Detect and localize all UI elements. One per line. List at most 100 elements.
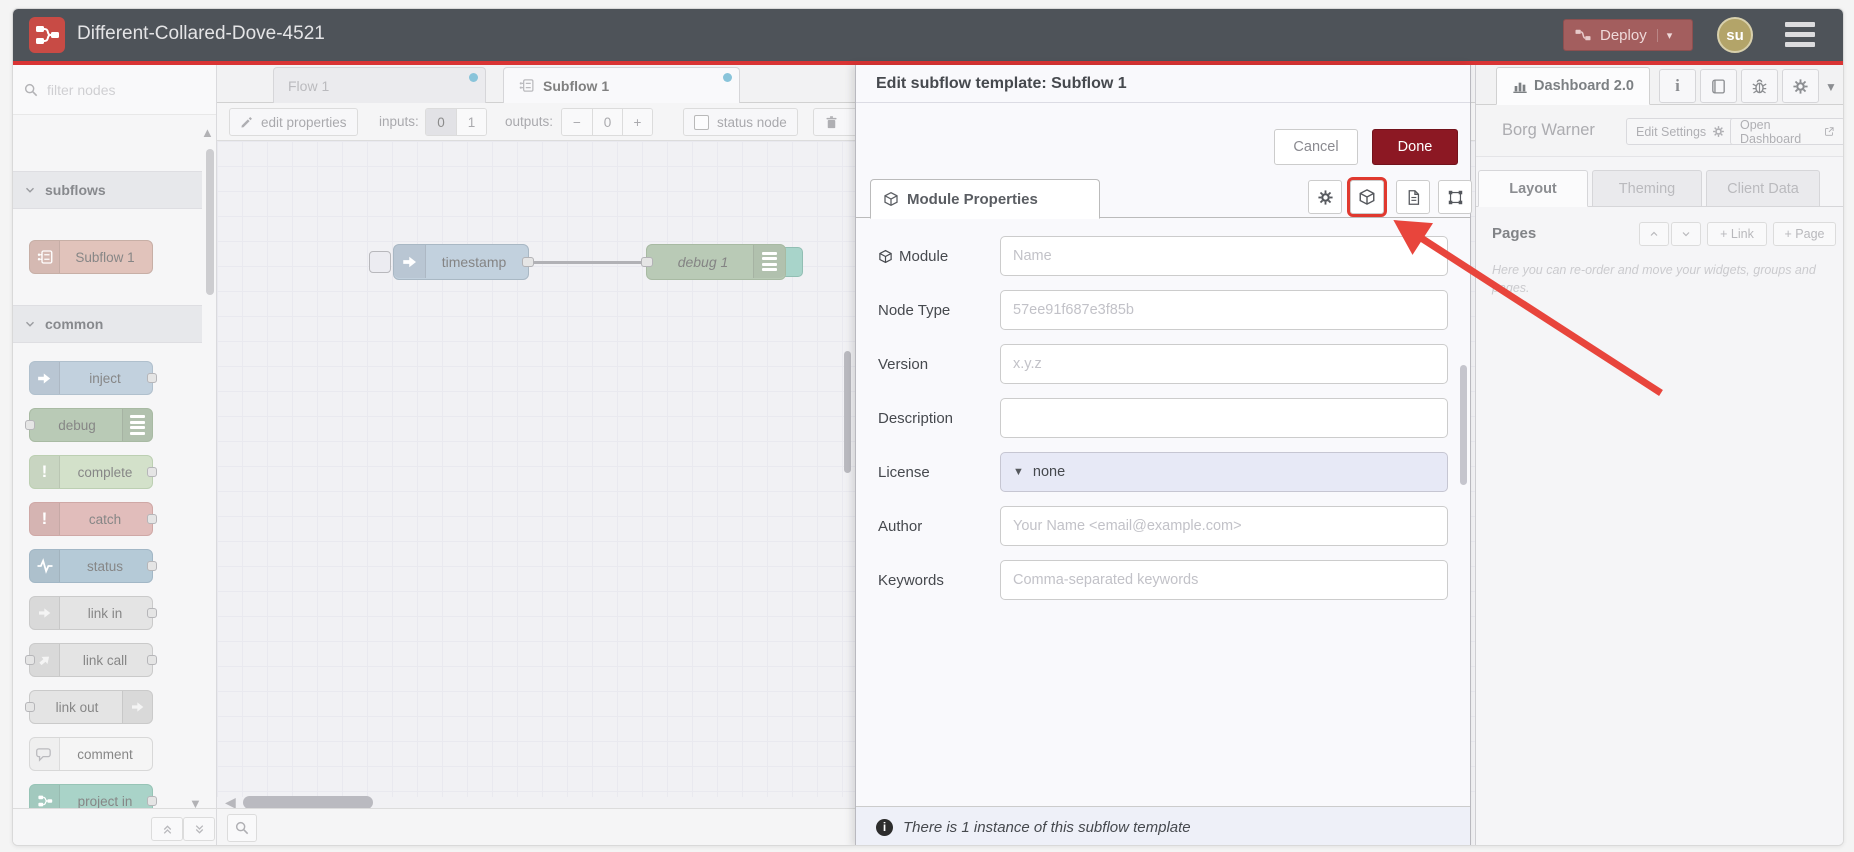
move-up-button[interactable] — [1639, 222, 1669, 246]
author-input[interactable] — [1000, 506, 1448, 546]
appearance-tab-button[interactable] — [1438, 180, 1472, 214]
canvas-search-button[interactable] — [227, 814, 257, 842]
output-port — [147, 373, 157, 383]
double-chevron-up-icon — [161, 823, 174, 836]
hamburger-icon — [1785, 22, 1815, 27]
palette-node-inject[interactable]: inject — [29, 361, 157, 395]
form-row-license: License ▼ none — [878, 452, 1448, 492]
tab-subflow-1[interactable]: Subflow 1 — [503, 67, 740, 103]
cancel-button[interactable]: Cancel — [1274, 129, 1358, 165]
palette-scroll-up-icon[interactable]: ▲ — [201, 125, 214, 140]
output-port[interactable] — [522, 257, 534, 267]
palette-node-link-call[interactable]: link call — [25, 643, 157, 677]
tab-debug-button[interactable] — [1741, 69, 1778, 103]
tab-config-button[interactable] — [1782, 69, 1819, 103]
dialog-title: Edit subflow template: Subflow 1 — [856, 65, 1470, 103]
user-avatar[interactable]: su — [1717, 17, 1753, 53]
canvas-vertical-scrollbar[interactable] — [844, 351, 851, 473]
palette-node-subflow-1[interactable]: Subflow 1 — [29, 240, 153, 274]
flow-modified-dot — [723, 73, 732, 82]
tab-info-button[interactable]: i — [1659, 69, 1696, 103]
palette-body: subflows Subflow 1 common inject debug !… — [13, 115, 216, 808]
inputs-0-option[interactable]: 0 — [426, 109, 456, 135]
right-sidebar: Dashboard 2.0 i ▼ Borg Warner Edit Setti… — [1475, 65, 1843, 845]
canvas-node-debug-1[interactable]: debug 1 — [641, 244, 786, 280]
tab-theming[interactable]: Theming — [1592, 170, 1702, 207]
inputs-1-option[interactable]: 1 — [456, 109, 486, 135]
tab-layout[interactable]: Layout — [1478, 170, 1588, 207]
version-input[interactable] — [1000, 344, 1448, 384]
description-tab-button[interactable] — [1396, 180, 1430, 214]
palette-collapse-all-button[interactable] — [151, 817, 183, 841]
description-input[interactable] — [1000, 398, 1448, 438]
comment-bubble-icon — [30, 738, 60, 770]
outputs-increment-button[interactable]: + — [622, 109, 652, 135]
output-port — [147, 467, 157, 477]
keywords-input[interactable] — [1000, 560, 1448, 600]
output-port — [147, 655, 157, 665]
license-select[interactable]: ▼ none — [1000, 452, 1448, 492]
palette-filter[interactable]: filter nodes — [13, 65, 216, 115]
module-properties-tab-button[interactable] — [1347, 177, 1387, 217]
add-page-button[interactable]: + Page — [1773, 222, 1836, 246]
palette-node-comment[interactable]: comment — [29, 737, 153, 771]
caret-down-icon: ▼ — [1013, 466, 1024, 478]
tab-help-button[interactable] — [1700, 69, 1737, 103]
outputs-decrement-button[interactable]: − — [562, 109, 592, 135]
palette-scrollbar[interactable] — [206, 149, 214, 295]
input-port — [25, 655, 35, 665]
input-port — [25, 420, 35, 430]
bar-chart-icon — [1512, 78, 1528, 94]
canvas-footer — [217, 808, 855, 845]
gear-icon — [1712, 125, 1725, 138]
info-icon: i — [876, 818, 893, 836]
bug-icon — [1751, 78, 1768, 95]
palette-section-common[interactable]: common — [13, 305, 202, 343]
palette-node-link-out[interactable]: link out — [25, 690, 153, 724]
palette-node-debug[interactable]: debug — [25, 408, 153, 442]
tab-flow-1[interactable]: Flow 1 — [273, 67, 486, 103]
canvas-node-timestamp[interactable]: timestamp — [393, 244, 534, 280]
status-node-toggle[interactable]: status node — [683, 108, 798, 136]
deploy-button[interactable]: Deploy ▾ — [1563, 19, 1693, 51]
subflow-icon — [518, 77, 535, 94]
palette-node-catch[interactable]: ! catch — [29, 502, 157, 536]
properties-tab-button[interactable] — [1308, 180, 1342, 214]
palette-node-status[interactable]: status — [29, 549, 157, 583]
chevron-down-icon — [1680, 228, 1692, 240]
palette-node-complete[interactable]: ! complete — [29, 455, 157, 489]
open-dashboard-button[interactable]: Open Dashboard — [1730, 118, 1843, 146]
edit-settings-button[interactable]: Edit Settings — [1626, 118, 1736, 145]
outputs-stepper: − 0 + — [561, 108, 653, 136]
info-icon: i — [1675, 76, 1680, 95]
edit-properties-button[interactable]: edit properties — [229, 108, 358, 136]
palette-section-subflows[interactable]: subflows — [13, 171, 202, 209]
module-input[interactable] — [1000, 236, 1448, 276]
inputs-toggle: 0 1 — [425, 108, 487, 136]
wire[interactable] — [533, 261, 649, 264]
palette-node-link-in[interactable]: link in — [29, 596, 157, 630]
main-menu-button[interactable] — [1785, 22, 1815, 52]
move-down-button[interactable] — [1671, 222, 1701, 246]
form-row-version: Version — [878, 344, 1448, 384]
search-icon — [234, 820, 250, 836]
frame-icon — [1447, 189, 1464, 206]
inject-trigger-button[interactable] — [369, 251, 391, 273]
add-link-button[interactable]: + Link — [1707, 222, 1767, 246]
palette-expand-all-button[interactable] — [183, 817, 215, 841]
input-port[interactable] — [641, 257, 653, 267]
status-node-checkbox[interactable] — [694, 114, 709, 130]
dialog-scrollbar[interactable] — [1460, 365, 1467, 485]
done-button[interactable]: Done — [1372, 129, 1458, 165]
input-port — [25, 702, 35, 712]
sidebar-tabs-caret-icon[interactable]: ▼ — [1825, 80, 1837, 94]
pages-header-row: Pages + Link + Page — [1476, 215, 1843, 255]
palette-footer — [13, 808, 216, 845]
palette-node-project-in[interactable]: project in — [29, 784, 157, 808]
tab-dashboard-2[interactable]: Dashboard 2.0 — [1496, 67, 1650, 105]
tab-module-properties[interactable]: Module Properties — [870, 179, 1100, 219]
node-type-input[interactable] — [1000, 290, 1448, 330]
dialog-footer: i There is 1 instance of this subflow te… — [856, 806, 1470, 845]
deploy-dropdown-caret-icon[interactable]: ▾ — [1656, 28, 1672, 42]
tab-client-data[interactable]: Client Data — [1706, 170, 1820, 207]
